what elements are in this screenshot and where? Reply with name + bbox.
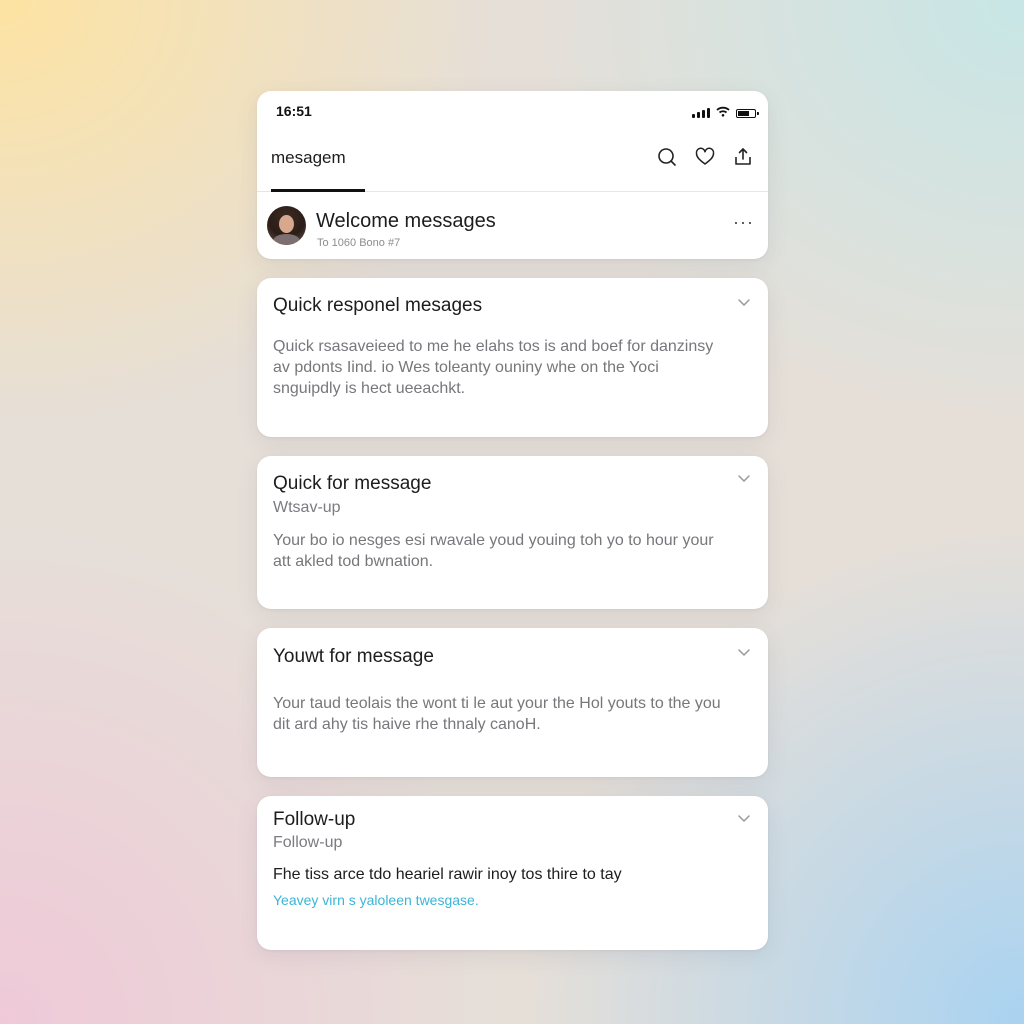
- battery-icon: [736, 108, 759, 118]
- heart-icon[interactable]: [694, 146, 716, 168]
- more-options-button[interactable]: ···: [733, 212, 754, 233]
- header-nav: mesagem: [257, 131, 768, 192]
- signal-icon: [692, 108, 710, 118]
- message-card[interactable]: Quick for message Wtsav-up Your bo io ne…: [257, 456, 768, 609]
- avatar: [267, 206, 306, 245]
- card-link[interactable]: Yeavey virn s yaloleen twesgase.: [273, 892, 479, 908]
- wifi-icon: [716, 104, 730, 122]
- card-subtitle: Wtsav-up: [273, 499, 341, 516]
- card-title: Quick for message: [273, 473, 432, 494]
- tab-messages[interactable]: mesagem: [271, 148, 346, 168]
- card-body: Your taud teolais the wont ti le aut you…: [273, 695, 721, 733]
- welcome-row[interactable]: Welcome messages To 1060 Bono #7 ···: [257, 192, 768, 258]
- chevron-down-icon[interactable]: [736, 470, 752, 486]
- message-card[interactable]: Youwt for message Your taud teolais the …: [257, 628, 768, 777]
- card-body: Fhe tiss arce tdo heariel rawir inoy tos…: [273, 866, 622, 883]
- battery-level: [738, 110, 749, 116]
- header-card: 16:51 mesagem Welcome messages To 1060 B…: [257, 91, 768, 259]
- welcome-subtitle: To 1060 Bono #7: [317, 237, 401, 249]
- chevron-down-icon[interactable]: [736, 644, 752, 660]
- card-title: Quick responel mesages: [273, 295, 483, 316]
- search-icon[interactable]: [656, 146, 678, 168]
- status-icons: [692, 104, 759, 122]
- card-title: Youwt for message: [273, 646, 434, 667]
- card-subtitle: Follow-up: [273, 834, 343, 851]
- card-body: Your bo io nesges esi rwavale youd youin…: [273, 532, 714, 570]
- header-actions: [656, 146, 754, 168]
- card-body: Quick rsasaveieed to me he elahs tos is …: [273, 338, 714, 397]
- share-icon[interactable]: [732, 146, 754, 168]
- chevron-down-icon[interactable]: [736, 810, 752, 826]
- welcome-title: Welcome messages: [316, 210, 496, 232]
- card-title: Follow-up: [273, 809, 356, 830]
- message-card[interactable]: Quick responel mesages Quick rsasaveieed…: [257, 278, 768, 437]
- message-card[interactable]: Follow-up Follow-up Fhe tiss arce tdo he…: [257, 796, 768, 950]
- chevron-down-icon[interactable]: [736, 294, 752, 310]
- status-bar: 16:51: [257, 91, 768, 131]
- status-time: 16:51: [276, 103, 312, 119]
